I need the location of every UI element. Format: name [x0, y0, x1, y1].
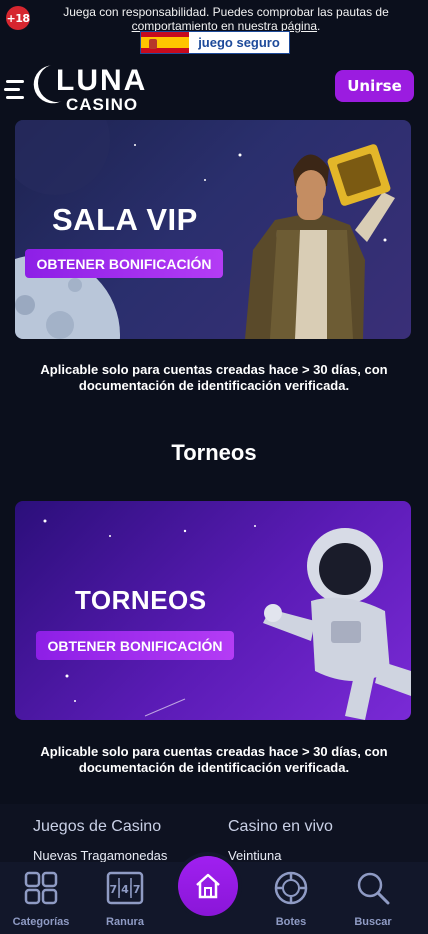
nav-jackpots[interactable]: Botes — [256, 868, 326, 930]
footer-title-casino-games[interactable]: Juegos de Casino — [33, 818, 161, 836]
vip-banner-title: SALA VIP — [52, 202, 198, 237]
logo-text-casino: CASINO — [66, 95, 139, 114]
footer-link-new-slots[interactable]: Nuevas Tragamonedas — [33, 848, 167, 863]
home-icon — [196, 873, 220, 899]
vip-terms-line-1: Aplicable solo para cuentas creadas hace… — [40, 362, 388, 377]
spain-flag-icon — [141, 32, 189, 53]
poker-chip-icon — [274, 871, 308, 905]
nav-label-categories: Categorías — [12, 916, 70, 928]
footer-title-live-casino[interactable]: Casino en vivo — [228, 818, 333, 836]
slot-digits: 7|4|7 — [110, 883, 141, 896]
responsible-gambling-bar: +18 Juega con responsabilidad. Puedes co… — [0, 0, 428, 58]
menu-icon[interactable] — [4, 80, 26, 100]
home-button[interactable] — [178, 856, 238, 916]
age-18-badge: +18 — [6, 6, 30, 30]
search-icon — [357, 872, 390, 905]
tournaments-banner-title: TORNEOS — [75, 585, 207, 615]
slot-machine-icon: 7|4|7 — [106, 871, 144, 905]
grid-icon — [24, 871, 58, 905]
vip-claim-bonus-button[interactable]: OBTENER BONIFICACIÓN — [25, 249, 223, 278]
nav-slots[interactable]: 7|4|7 Ranura — [90, 868, 160, 930]
logo-text-luna: LUNA — [56, 64, 148, 97]
nav-label-search: Buscar — [354, 916, 392, 928]
juego-seguro-label: juego seguro — [198, 35, 280, 50]
vip-terms-line-2: documentación de identificación verifica… — [78, 378, 350, 393]
responsible-gambling-notice: Juega con responsabilidad. Puedes compro… — [56, 5, 396, 33]
tournaments-terms-line-1: Aplicable solo para cuentas creadas hace… — [40, 744, 388, 759]
vip-terms-note: Aplicable solo para cuentas creadas hace… — [0, 362, 428, 394]
vip-promo-banner[interactable]: SALA VIP OBTENER BONIFICACIÓN — [15, 120, 411, 339]
tournaments-claim-bonus-button[interactable]: OBTENER BONIFICACIÓN — [36, 631, 234, 660]
notice-text: Juega con responsabilidad. Puedes compro… — [63, 5, 389, 19]
juego-seguro-seal[interactable]: juego seguro — [140, 31, 290, 54]
luna-casino-logo[interactable]: LUNA CASINO — [38, 62, 148, 114]
nav-search[interactable]: Buscar — [338, 868, 408, 930]
tournaments-terms-note: Aplicable solo para cuentas creadas hace… — [0, 744, 428, 776]
section-title-tournaments: Torneos — [171, 440, 257, 465]
nav-label-slots: Ranura — [106, 916, 144, 928]
tournaments-promo-banner[interactable]: TORNEOS OBTENER BONIFICACIÓN — [15, 501, 411, 720]
nav-categories[interactable]: Categorías — [6, 868, 76, 930]
notice-suffix: . — [317, 19, 321, 33]
tournaments-terms-line-2: documentación de identificación verifica… — [78, 760, 350, 775]
footer-link-blackjack[interactable]: Veintiuna — [228, 848, 282, 863]
join-button[interactable]: Unirse — [335, 70, 414, 102]
site-header: LUNA CASINO Unirse — [0, 58, 428, 118]
nav-label-jackpots: Botes — [275, 916, 307, 928]
